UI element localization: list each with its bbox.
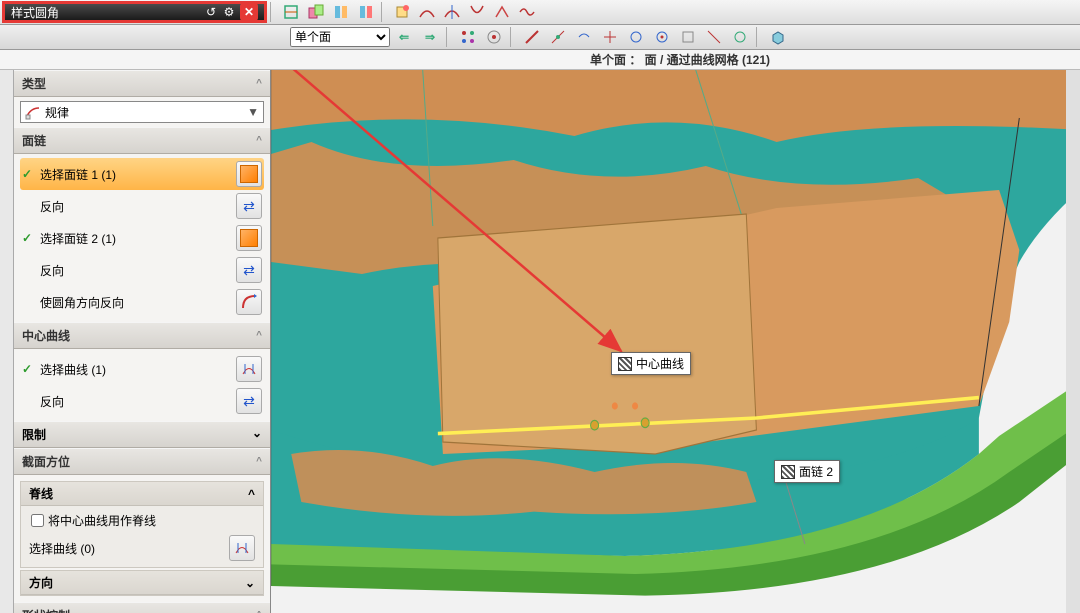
select-spine-curve-row[interactable]: 选择曲线 (0) (27, 532, 257, 564)
center-curve-callout[interactable]: 中心曲线 (611, 352, 691, 375)
snap-icon-4[interactable] (598, 25, 622, 49)
section-orientation-header[interactable]: 截面方位^ (14, 448, 270, 475)
chevron-down-icon: ⌄ (252, 426, 262, 443)
direction-sub-header[interactable]: 方向⌄ (21, 571, 263, 595)
check-icon: ✓ (22, 362, 36, 376)
reverse-1-button[interactable]: ⇄ (236, 193, 262, 219)
select-spine-curve-button[interactable] (229, 535, 255, 561)
dropdown-arrow-icon: ▼ (247, 105, 259, 119)
reverse-2-row[interactable]: 反向 ⇄ (20, 254, 264, 286)
use-center-as-spine-checkbox[interactable] (31, 514, 44, 527)
snap-icon-7[interactable] (676, 25, 700, 49)
snap-icon-2[interactable] (546, 25, 570, 49)
undo-icon[interactable]: ↺ (202, 3, 220, 21)
chevron-up-icon: ^ (256, 330, 262, 341)
viewport-v-scrollbar[interactable] (1066, 70, 1080, 613)
curve-tool-3-icon[interactable] (465, 0, 489, 24)
settings-icon[interactable]: ⚙ (220, 3, 238, 21)
spine-sub-header[interactable]: 脊线^ (21, 482, 263, 506)
reverse-fillet-dir-row[interactable]: 使圆角方向反向 (20, 286, 264, 318)
use-center-as-spine-row[interactable]: 将中心曲线用作脊线 (27, 509, 257, 532)
reverse-1-row[interactable]: 反向 ⇄ (20, 190, 264, 222)
style-fillet-dialog: 类型^ 规律 ▼ 面链^ ✓ 选择面链 1 (1) (14, 70, 271, 613)
selection-mode-dropdown[interactable]: 单个面 (290, 27, 390, 47)
snap-icon-5[interactable] (624, 25, 648, 49)
toolbar-icon-3[interactable] (329, 0, 353, 24)
curve-tool-1-icon[interactable] (415, 0, 439, 24)
nav-back-icon[interactable]: ⇐ (392, 25, 416, 49)
nav-fwd-icon[interactable]: ⇒ (418, 25, 442, 49)
snap-icon-9[interactable] (728, 25, 752, 49)
3d-viewport[interactable]: 中心曲线 面链 2 沐风网校 XS 资料网 ZL.XS1616.CN (271, 70, 1080, 613)
left-rail (0, 70, 14, 613)
select-face-chain-1-row[interactable]: ✓ 选择面链 1 (1) (20, 158, 264, 190)
chevron-up-icon: ^ (256, 456, 262, 467)
top-toolbar: 样式圆角 ↺ ⚙ ✕ (0, 0, 1080, 25)
check-icon: ✓ (22, 231, 36, 245)
toolbar-icon-2[interactable] (304, 0, 328, 24)
face-chain-1-button[interactable] (236, 161, 262, 187)
toolbar-icon-4[interactable] (354, 0, 378, 24)
curve-tool-2-icon[interactable] (440, 0, 464, 24)
toolbar-icon-1[interactable] (279, 0, 303, 24)
chevron-down-icon: ⌄ (245, 576, 255, 590)
reverse-3-button[interactable]: ⇄ (236, 388, 262, 414)
reverse-3-row[interactable]: 反向 ⇄ (20, 385, 264, 417)
chevron-up-icon: ^ (256, 135, 262, 146)
select-face-chain-2-row[interactable]: ✓ 选择面链 2 (1) (20, 222, 264, 254)
snap-icon-1[interactable] (520, 25, 544, 49)
toolbar-icon-5[interactable] (390, 0, 414, 24)
dialog-title: 样式圆角 (11, 4, 202, 21)
type-section-header[interactable]: 类型^ (14, 70, 270, 97)
reverse-fillet-button[interactable] (236, 289, 262, 315)
hatch-icon (781, 465, 795, 479)
face-chain-2-callout[interactable]: 面链 2 (774, 460, 840, 483)
face-chain-2-button[interactable] (236, 225, 262, 251)
shape-control-section-header[interactable]: 形状控制^ (14, 602, 270, 613)
hatch-icon (618, 357, 632, 371)
close-icon[interactable]: ✕ (240, 3, 258, 21)
face-chain-section-header[interactable]: 面链^ (14, 127, 270, 154)
filter-icon-1[interactable] (456, 25, 480, 49)
dialog-title-bar: 样式圆角 ↺ ⚙ ✕ (2, 1, 267, 23)
chevron-up-icon: ^ (248, 487, 255, 501)
select-curve-row[interactable]: ✓ 选择曲线 (1) (20, 353, 264, 385)
box-icon[interactable] (766, 25, 790, 49)
check-icon: ✓ (22, 167, 36, 181)
chevron-up-icon: ^ (256, 78, 262, 89)
selection-toolbar: 单个面 ⇐ ⇒ (0, 25, 1080, 50)
limit-section-header[interactable]: 限制⌄ (14, 421, 270, 448)
filter-icon-2[interactable] (482, 25, 506, 49)
center-curve-section-header[interactable]: 中心曲线^ (14, 322, 270, 349)
curve-tool-5-icon[interactable] (515, 0, 539, 24)
reverse-2-button[interactable]: ⇄ (236, 257, 262, 283)
curve-tool-4-icon[interactable] (490, 0, 514, 24)
type-dropdown[interactable]: 规律 ▼ (20, 101, 264, 123)
select-curve-button[interactable] (236, 356, 262, 382)
breadcrumb: 单个面 ： 面 / 通过曲线网格 (121) (0, 50, 1080, 70)
snap-icon-8[interactable] (702, 25, 726, 49)
snap-icon-3[interactable] (572, 25, 596, 49)
snap-icon-6[interactable] (650, 25, 674, 49)
